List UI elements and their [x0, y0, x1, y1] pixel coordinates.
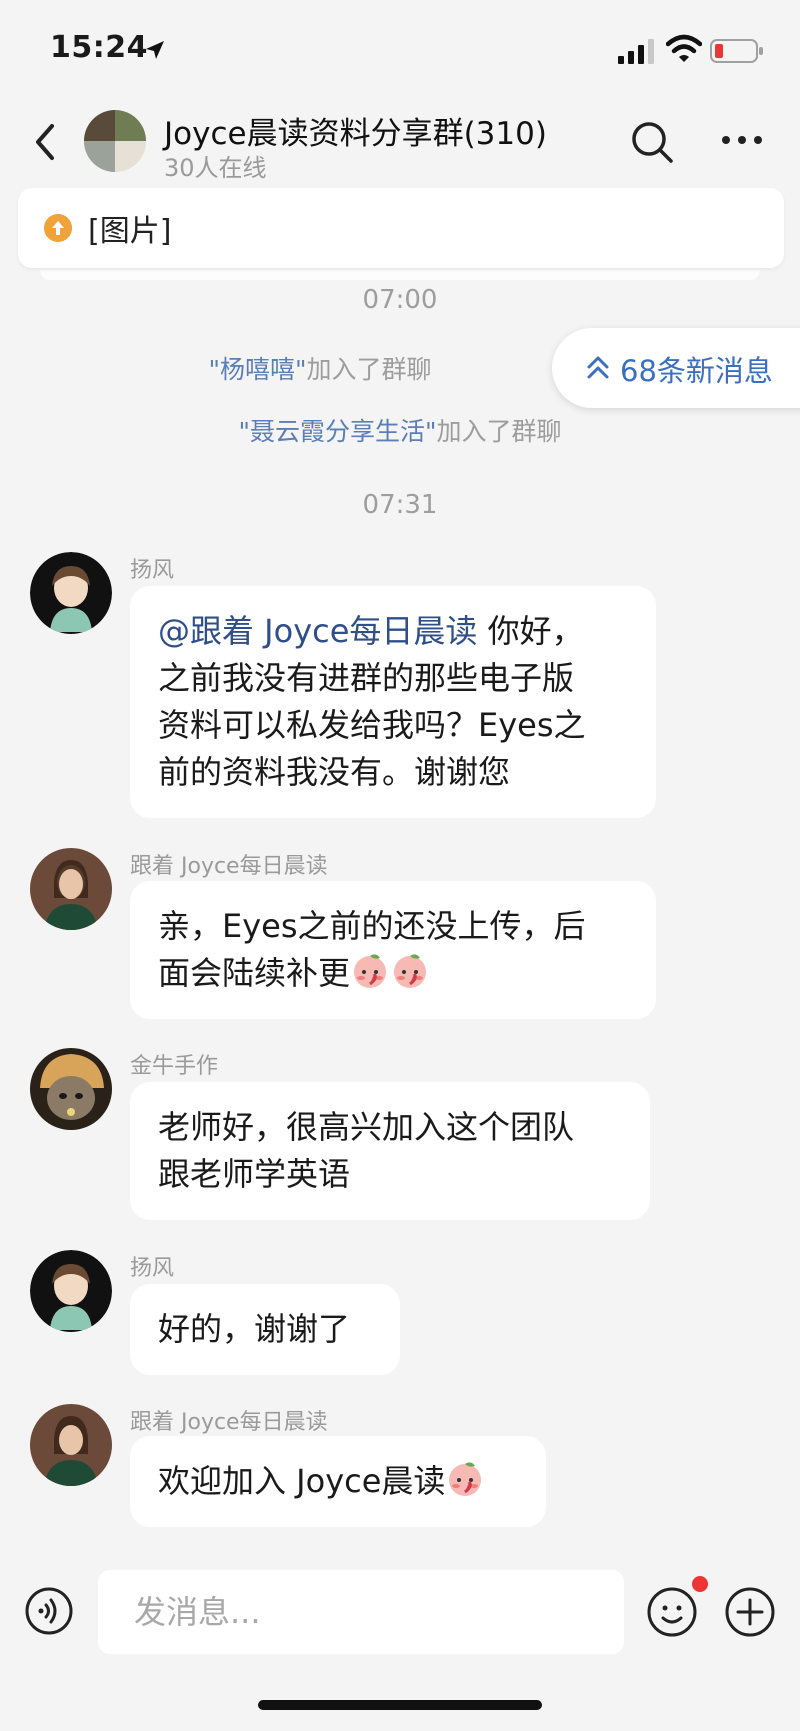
- message-bubble[interactable]: 欢迎加入 Joyce晨读: [130, 1436, 546, 1527]
- joined-user-name[interactable]: "聂云霞分享生活": [238, 417, 436, 446]
- cellular-signal-icon: [618, 39, 654, 64]
- blush-peach-emoji: [394, 954, 427, 988]
- avatar[interactable]: [30, 848, 112, 930]
- time-separator: 07:00: [362, 285, 438, 315]
- avatar[interactable]: [30, 1048, 112, 1130]
- voice-icon[interactable]: [24, 1586, 74, 1636]
- notification-dot: [692, 1576, 708, 1592]
- message-text: 前的资料我没有。谢谢您: [158, 753, 511, 791]
- status-bar: 15:24: [0, 0, 800, 100]
- battery-low-icon: [710, 39, 763, 63]
- wifi-icon: [666, 34, 702, 62]
- sender-name: 跟着 Joyce每日晨读: [130, 1410, 328, 1435]
- search-icon[interactable]: [630, 120, 674, 164]
- message-text: 你好，: [477, 612, 584, 650]
- new-messages-button[interactable]: 68条新消息: [552, 328, 800, 408]
- message-bubble[interactable]: 亲，Eyes之前的还没上传，后 面会陆续补更: [130, 881, 656, 1019]
- chat-header: Joyce晨读资料分享群(310) 30人在线: [0, 100, 800, 190]
- avatar[interactable]: [30, 1404, 112, 1486]
- location-arrow-icon: [146, 41, 164, 59]
- message-input[interactable]: [98, 1570, 624, 1654]
- status-time: 15:24: [50, 30, 148, 65]
- pinned-message-bar[interactable]: [图片]: [18, 188, 784, 268]
- more-dots-icon[interactable]: [720, 128, 764, 152]
- message-bubble[interactable]: 好的，谢谢了: [130, 1284, 400, 1375]
- group-avatar[interactable]: [84, 110, 146, 172]
- time-separator: 07:31: [362, 490, 438, 520]
- sender-name: 金牛手作: [130, 1054, 219, 1079]
- plus-icon[interactable]: [724, 1586, 776, 1638]
- sender-name: 跟着 Joyce每日晨读: [130, 854, 328, 879]
- message-text: 亲，Eyes之前的还没上传，后: [158, 907, 586, 945]
- upload-arrow-icon: [44, 214, 72, 242]
- message-bubble[interactable]: 老师好，很高兴加入这个团队 跟老师学英语: [130, 1082, 650, 1220]
- emoji-icon[interactable]: [646, 1586, 698, 1638]
- chevron-left-icon[interactable]: [30, 120, 60, 164]
- joined-suffix: 加入了群聊: [306, 355, 432, 384]
- message-text: 跟老师学英语: [158, 1155, 351, 1193]
- double-chevron-up-icon: [587, 356, 609, 379]
- avatar[interactable]: [30, 1250, 112, 1332]
- message-text: 之前我没有进群的那些电子版: [158, 659, 575, 697]
- new-messages-label: 68条新消息: [620, 354, 773, 388]
- message-text: 老师好，很高兴加入这个团队: [158, 1108, 575, 1146]
- message-text: 欢迎加入 Joyce晨读: [158, 1462, 446, 1500]
- sender-name: 扬风: [130, 558, 175, 583]
- blush-peach-emoji: [449, 1462, 482, 1496]
- pinned-stack-shadow: [40, 270, 760, 280]
- mention-link[interactable]: @跟着 Joyce每日晨读: [158, 612, 477, 650]
- home-indicator[interactable]: [258, 1700, 542, 1710]
- message-text: 资料可以私发给我吗？Eyes之: [158, 706, 586, 744]
- joined-user-name[interactable]: "杨嘻嘻": [208, 355, 306, 384]
- avatar[interactable]: [30, 552, 112, 634]
- pinned-text: [图片]: [88, 214, 172, 249]
- message-text: 好的，谢谢了: [158, 1310, 351, 1348]
- message-text: 面会陆续补更: [158, 954, 351, 992]
- joined-suffix: 加入了群聊: [436, 417, 562, 446]
- sender-name: 扬风: [130, 1256, 175, 1281]
- online-count: 30人在线: [164, 154, 267, 182]
- group-title[interactable]: Joyce晨读资料分享群(310): [164, 108, 547, 153]
- message-bubble[interactable]: @跟着 Joyce每日晨读 你好， 之前我没有进群的那些电子版 资料可以私发给我…: [130, 586, 656, 818]
- system-join-message: "聂云霞分享生活"加入了群聊: [0, 412, 800, 448]
- blush-peach-emoji: [354, 954, 387, 988]
